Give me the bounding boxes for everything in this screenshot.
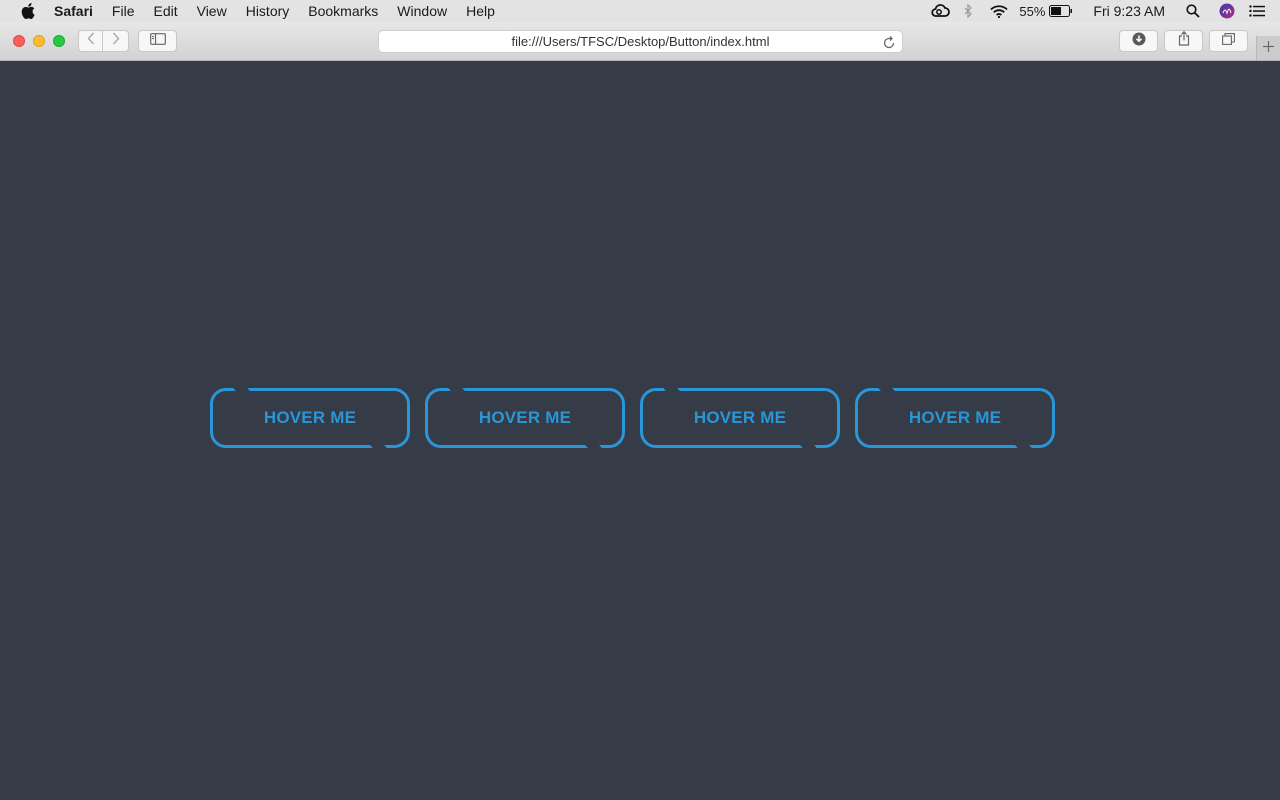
border-gap-bottom <box>1013 443 1033 449</box>
menu-history[interactable]: History <box>246 0 290 22</box>
window-minimize-button[interactable] <box>33 35 45 47</box>
show-tabs-button[interactable] <box>1209 30 1248 52</box>
menu-bar: Safari File Edit View History Bookmarks … <box>0 0 1280 22</box>
search-icon[interactable] <box>1185 0 1201 22</box>
menu-extras: 55% Fri 9:23 AM <box>929 0 1280 22</box>
border-gap-bottom <box>368 443 388 449</box>
border-gap-bottom <box>583 443 603 449</box>
border-gap-bottom <box>798 443 818 449</box>
back-button[interactable] <box>78 30 103 52</box>
menu-file[interactable]: File <box>112 0 135 22</box>
border-gap-top <box>877 387 897 393</box>
menu-window[interactable]: Window <box>397 0 447 22</box>
menu-view[interactable]: View <box>197 0 227 22</box>
hover-button-label: HOVER ME <box>693 408 787 427</box>
hover-button-2[interactable]: HOVER ME <box>425 387 625 449</box>
address-bar[interactable]: file:///Users/TFSC/Desktop/Button/index.… <box>378 30 903 53</box>
hover-button-label: HOVER ME <box>908 408 1002 427</box>
menu-bookmarks[interactable]: Bookmarks <box>308 0 378 22</box>
apple-logo-icon[interactable] <box>20 3 36 19</box>
tabs-icon <box>1222 32 1235 50</box>
address-url[interactable]: file:///Users/TFSC/Desktop/Button/index.… <box>512 34 770 49</box>
hover-button-1[interactable]: HOVER ME <box>210 387 410 449</box>
menu-help[interactable]: Help <box>466 0 495 22</box>
plus-icon <box>1263 39 1274 57</box>
chevron-right-icon <box>112 32 120 50</box>
sidebar-toggle-button[interactable] <box>138 30 177 52</box>
hover-button-label: HOVER ME <box>478 408 572 427</box>
download-icon <box>1132 32 1146 51</box>
chevron-left-icon <box>87 32 95 50</box>
new-tab-button[interactable] <box>1256 36 1280 60</box>
menu-app-name[interactable]: Safari <box>54 0 93 22</box>
share-icon <box>1178 30 1190 51</box>
creative-cloud-icon[interactable] <box>929 0 951 22</box>
border-gap-top <box>447 387 467 393</box>
reload-icon[interactable] <box>882 35 896 49</box>
siri-icon[interactable] <box>1218 0 1236 22</box>
hover-button-label: HOVER ME <box>263 408 357 427</box>
sidebar-icon <box>149 32 166 50</box>
battery-percent: 55% <box>1019 3 1046 19</box>
window-close-button[interactable] <box>13 35 25 47</box>
share-button[interactable] <box>1164 30 1203 52</box>
page-content: HOVER ME HOVER ME HOVER ME HOVER ME <box>0 61 1280 800</box>
window-zoom-button[interactable] <box>53 35 65 47</box>
border-gap-top <box>232 387 252 393</box>
hover-button-4[interactable]: HOVER ME <box>855 387 1055 449</box>
browser-toolbar: file:///Users/TFSC/Desktop/Button/index.… <box>0 22 1280 61</box>
hover-button-3[interactable]: HOVER ME <box>640 387 840 449</box>
menu-clock[interactable]: Fri 9:23 AM <box>1093 3 1165 19</box>
list-icon[interactable] <box>1248 0 1266 22</box>
bluetooth-icon[interactable] <box>959 0 977 22</box>
battery-icon[interactable] <box>1049 0 1073 22</box>
forward-button[interactable] <box>103 30 129 52</box>
menu-edit[interactable]: Edit <box>153 0 177 22</box>
wifi-icon[interactable] <box>989 0 1009 22</box>
border-gap-top <box>662 387 682 393</box>
downloads-button[interactable] <box>1119 30 1158 52</box>
